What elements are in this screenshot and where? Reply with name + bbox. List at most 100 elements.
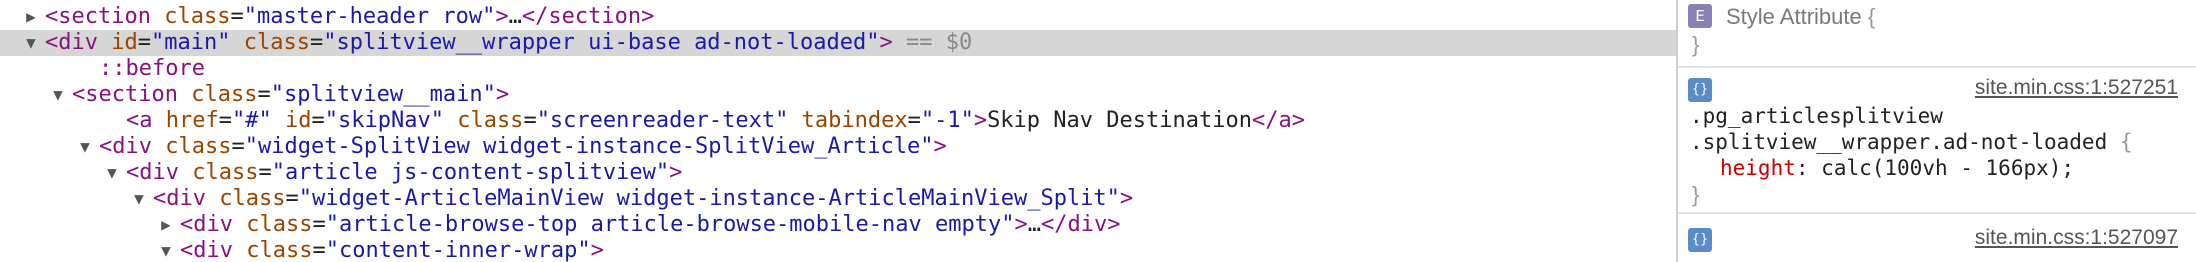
attr-name[interactable]: href (166, 108, 219, 133)
text-token: = (312, 238, 326, 262)
expanded-arrow-icon[interactable]: ▼ (156, 238, 176, 262)
attr-value[interactable]: "splitview__wrapper ui-base ad-not-loade… (323, 30, 879, 55)
tag-token: > (973, 108, 988, 133)
collapsed-arrow-icon[interactable]: ▶ (21, 4, 41, 30)
attr-name[interactable]: class (165, 134, 231, 159)
collapsed-arrow-icon[interactable]: ▶ (156, 212, 176, 238)
tag-token: > (933, 134, 947, 159)
text-token: = (312, 212, 326, 237)
tag-token: > (1119, 186, 1134, 211)
source-link[interactable]: site.min.css:1:527251 (1975, 76, 2178, 100)
expanded-arrow-icon[interactable]: ▼ (102, 160, 122, 186)
expanded-arrow-icon[interactable]: ▼ (21, 30, 41, 56)
dom-node-row[interactable]: <a href="#" id="skipNav" class="screenre… (0, 108, 1676, 134)
text-token: Skip Nav Destination (987, 108, 1252, 133)
attr-value[interactable]: "article-browse-top article-browse-mobil… (326, 212, 1015, 237)
attr-value[interactable]: "content-inner-wrap" (326, 238, 591, 262)
tag-token: <section (72, 82, 178, 107)
expanded-arrow-icon[interactable]: ▼ (48, 82, 68, 108)
attr-value[interactable]: "skipNav" (325, 108, 444, 133)
text-token: = (907, 108, 921, 133)
attr-name[interactable]: tabindex (802, 108, 908, 133)
expanded-arrow-icon[interactable]: ▼ (75, 134, 95, 160)
attr-value[interactable]: "main" (151, 30, 230, 55)
expanded-arrow-icon[interactable]: ▼ (129, 186, 149, 212)
source-link[interactable]: site.min.css:1:527097 (1975, 226, 2178, 250)
styles-panel: E Style Attribute { } {} site.min.css:1:… (1678, 0, 2196, 262)
attr-value[interactable]: "screenreader-text" (537, 108, 789, 133)
attr-name[interactable]: id (285, 108, 312, 133)
style-attribute-label: Style Attribute (1726, 4, 1862, 29)
dom-node-row[interactable]: ▶ <section class="master-header row">…</s… (0, 4, 1676, 30)
tag-token: </a> (1251, 108, 1305, 133)
attr-value[interactable]: "splitview__main" (271, 82, 496, 107)
text-token: … (1027, 212, 1041, 237)
style-attribute-title: Style Attribute { (1726, 4, 1875, 30)
tag-token: > (669, 160, 683, 185)
attr-value[interactable]: "-1" (921, 108, 974, 133)
attr-value[interactable]: "article js-content-splitview" (272, 160, 669, 185)
css-property[interactable]: height (1720, 156, 1796, 180)
css-declaration[interactable]: height: calc(100vh - 166px); (1720, 156, 2074, 180)
text-token: = (258, 160, 272, 185)
text-token: = (523, 108, 537, 133)
selector-line: .pg_articlesplitview (1690, 104, 1943, 128)
text-token: == $0 (892, 30, 973, 55)
dom-node-row[interactable]: ▼ <section class="splitview__main"> (0, 82, 1676, 108)
text-token: … (508, 4, 522, 29)
attr-name[interactable]: class (244, 30, 310, 55)
tag-token: > (590, 238, 604, 262)
tag-token: <div (180, 212, 233, 237)
attr-name[interactable]: class (164, 4, 230, 29)
tag-token: <div (126, 160, 179, 185)
colon: : (1795, 156, 1809, 180)
dom-node-row[interactable]: ▶ <div class="article-browse-top article-… (0, 212, 1676, 238)
dom-node-row[interactable]: ▼ <div id="main" class="splitview__wrappe… (0, 30, 1676, 56)
tag-token: </div> (1040, 212, 1121, 237)
text-token: = (309, 30, 324, 55)
tag-token: > (495, 82, 510, 107)
dom-node-row[interactable]: ▼ <div class="article js-content-splitvie… (0, 160, 1676, 186)
text-token: = (137, 30, 151, 55)
dom-node-row[interactable]: ▼ <div class="widget-ArticleMainView widg… (0, 186, 1676, 212)
attr-name[interactable]: class (457, 108, 523, 133)
tag-token: <section (45, 4, 151, 29)
text-token: = (257, 82, 271, 107)
style-attribute-section: E Style Attribute { } (1678, 0, 2196, 68)
dom-node-row[interactable]: ::before (0, 56, 1676, 82)
attr-name[interactable]: id (111, 30, 138, 55)
selector: .pg_articlesplitview .splitview__wrapper… (1690, 104, 2133, 154)
attr-name[interactable]: class (246, 212, 312, 237)
text-token: = (218, 108, 232, 133)
open-brace: { (1867, 4, 1876, 29)
section-divider (1678, 212, 2196, 214)
attr-value[interactable]: "master-header row" (244, 4, 496, 29)
tag-token: > (1014, 212, 1028, 237)
attr-value[interactable]: "widget-ArticleMainView widget-instance-… (299, 186, 1120, 211)
dom-node-row[interactable]: ▼ <div class="widget-SplitView widget-ins… (0, 134, 1676, 160)
attr-name[interactable]: class (219, 186, 285, 211)
css-rule: {} site.min.css:1:527251 .pg_articlespli… (1678, 70, 2196, 232)
attr-value[interactable]: "#" (232, 108, 272, 133)
tag-token: > (879, 30, 893, 55)
attr-name[interactable]: class (191, 82, 257, 107)
attr-value[interactable]: "widget-SplitView widget-instance-SplitV… (245, 134, 934, 159)
tag-token: <a (126, 108, 153, 133)
attr-name[interactable]: class (246, 238, 312, 262)
css-value[interactable]: calc(100vh - 166px); (1821, 156, 2074, 180)
elements-panel: ▶ <section class="master-header row">…</s… (0, 0, 1676, 262)
text-token: = (230, 4, 244, 29)
attr-name[interactable]: class (192, 160, 258, 185)
css-rule-icon[interactable]: {} (1688, 228, 1712, 252)
dom-node-row[interactable]: ▼ <div class="content-inner-wrap"> (0, 238, 1676, 262)
tag-token: <div (153, 186, 206, 211)
css-rule-icon[interactable]: {} (1688, 78, 1712, 102)
tag-token: <div (45, 30, 98, 55)
text-token: = (231, 134, 245, 159)
